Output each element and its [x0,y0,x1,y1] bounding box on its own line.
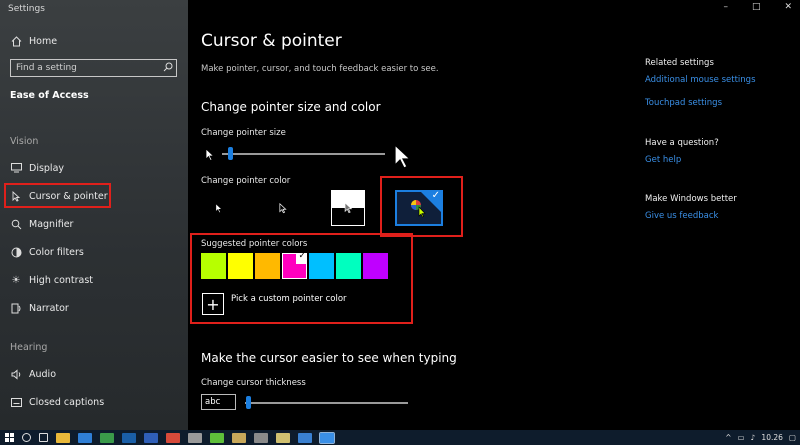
sidebar-item-audio[interactable]: Audio [10,368,56,380]
sidebar-item-magnifier[interactable]: Magnifier [10,218,73,230]
color-filters-icon [10,246,22,258]
white-cursor-icon [215,202,223,213]
sidebar-item-label: Closed captions [29,396,105,408]
app-icon[interactable] [276,432,290,443]
black-cursor-icon [279,202,287,213]
taskbar-icons [18,431,338,444]
sidebar-item-color-filters[interactable]: Color filters [10,246,84,258]
sidebar-item-label: Color filters [29,246,84,258]
make-windows-better-heading: Make Windows better [645,194,737,204]
small-cursor-icon [205,148,215,162]
explorer-icon[interactable] [56,432,70,443]
settings-icon[interactable] [319,431,335,444]
app-icon[interactable] [188,432,202,443]
sidebar-item-narrator[interactable]: Narrator [10,302,69,314]
page-subtitle: Make pointer, cursor, and touch feedback… [201,64,439,74]
pick-custom-color-label[interactable]: Pick a custom pointer color [231,294,347,304]
edge-icon[interactable] [78,432,92,443]
add-custom-color-button[interactable]: + [202,293,224,315]
sidebar-item-label: Audio [29,368,57,380]
group-label-hearing: Hearing [10,342,48,353]
pointer-color-black[interactable] [266,190,300,226]
main-content: – □ ✕ Cursor & pointer Make pointer, cur… [188,0,800,430]
speaker-icon [10,368,22,380]
touchpad-settings-link[interactable]: Touchpad settings [645,98,722,108]
captions-icon [10,396,22,408]
app-icon[interactable] [254,432,268,443]
sidebar-item-label: Home [29,35,58,47]
cursor-thickness-label: Change cursor thickness [201,378,306,388]
pointer-size-slider-track[interactable] [222,153,385,155]
chevron-up-icon[interactable]: ^ [725,433,731,442]
pointer-size-slider-thumb[interactable] [228,147,234,160]
pointer-size-label: Change pointer size [201,128,286,138]
sidebar-item-label: High contrast [29,274,94,286]
sidebar-item-label: Narrator [29,302,69,314]
app-title: Settings [8,4,45,14]
large-cursor-icon [394,143,412,169]
close-button[interactable]: ✕ [784,2,792,12]
cursor-thickness-slider-thumb[interactable] [246,396,252,409]
taskbar: ^ ▭ ♪ 10.26 ▢ [0,430,800,445]
display-icon [10,162,22,174]
sidebar-item-home[interactable]: Home [10,35,57,47]
dreamweaver-icon[interactable] [210,432,224,443]
checkmark-icon: ✓ [298,251,306,261]
chrome-icon[interactable] [166,432,180,443]
related-settings-heading: Related settings [645,58,714,68]
section-heading-pointer: Change pointer size and color [201,100,381,114]
search-icon[interactable] [160,62,176,75]
pointer-color-label: Change pointer color [201,176,291,186]
high-contrast-icon: ☀ [11,274,21,286]
custom-color-highlight [380,176,463,237]
sidebar-item-high-contrast[interactable]: ☀ High contrast [10,274,94,286]
network-icon[interactable]: ▭ [738,433,745,442]
section-heading: Ease of Access [10,90,89,101]
mail-icon[interactable] [298,432,312,443]
get-help-link[interactable]: Get help [645,155,681,165]
section-heading-cursor: Make the cursor easier to see when typin… [201,351,457,365]
windows-icon [4,433,14,442]
cursor-thickness-preview: abc [201,394,236,410]
notifications-icon[interactable]: ▢ [789,433,796,442]
search-input[interactable] [16,63,156,73]
narrator-icon [10,302,22,314]
app-icon[interactable] [232,432,246,443]
word-icon[interactable] [144,432,158,443]
sidebar: Settings Home Ease of Access Vision Disp… [0,0,188,430]
magnifier-icon [10,218,22,230]
minimize-button[interactable]: – [723,2,728,12]
give-feedback-link[interactable]: Give us feedback [645,211,718,221]
search-box[interactable] [10,59,177,77]
cursor-thickness-slider-track[interactable] [245,402,408,404]
window-controls: – □ ✕ [723,2,792,12]
sidebar-item-display[interactable]: Display [10,162,64,174]
start-button[interactable] [0,430,18,445]
maximize-button[interactable]: □ [752,2,761,12]
group-label-vision: Vision [10,136,39,147]
search-icon[interactable] [22,433,31,442]
selection-highlight [4,183,111,208]
have-a-question-heading: Have a question? [645,138,719,148]
pointer-color-white[interactable] [202,190,236,226]
additional-mouse-settings-link[interactable]: Additional mouse settings [645,75,756,85]
page-title: Cursor & pointer [201,31,342,51]
sidebar-item-label: Magnifier [29,218,74,230]
photoshop-icon[interactable] [122,432,136,443]
volume-icon[interactable]: ♪ [751,433,756,442]
plus-icon: + [206,294,220,314]
home-icon [10,35,22,47]
pointer-color-inverted[interactable] [331,190,365,226]
task-view-icon[interactable] [39,433,48,442]
sidebar-item-label: Display [29,162,65,174]
inverted-cursor-icon [344,202,352,214]
store-icon[interactable] [100,432,114,443]
sidebar-item-closed-captions[interactable]: Closed captions [10,396,104,408]
system-tray: ^ ▭ ♪ 10.26 ▢ [725,430,796,445]
clock[interactable]: 10.26 [761,433,782,442]
